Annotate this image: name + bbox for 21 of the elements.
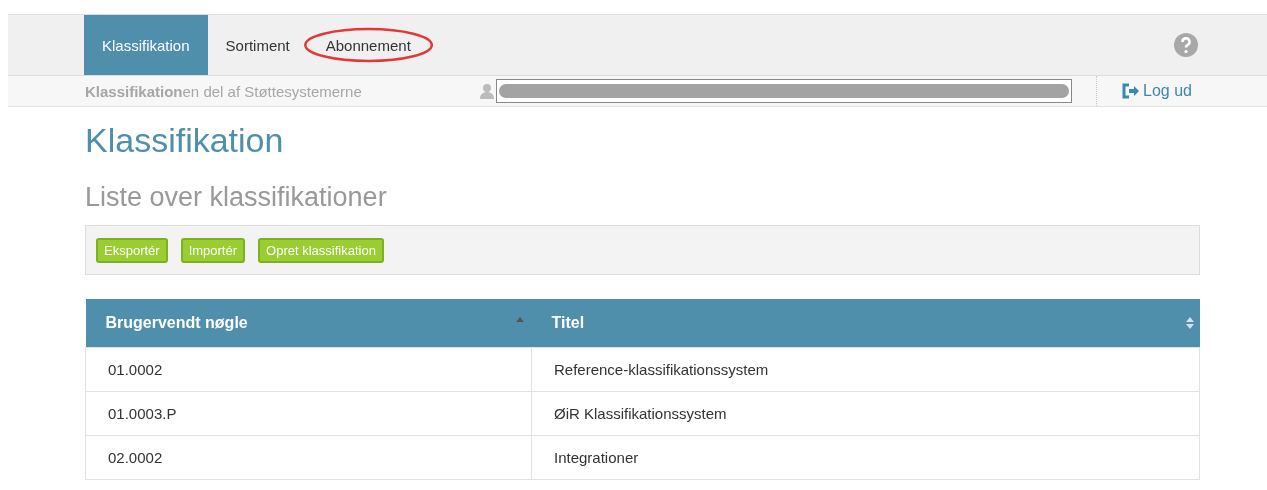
toolbar-button[interactable]: Eksportér <box>96 237 168 263</box>
column-header[interactable]: Brugervendt nøgle <box>85 299 532 348</box>
page-title: Klassifikation <box>85 121 285 160</box>
logout-link[interactable]: Log ud <box>1121 82 1192 100</box>
nav-tab[interactable]: Abonnement <box>307 15 429 75</box>
nav-tab[interactable]: Klassifikation <box>84 15 208 75</box>
toolbar-button[interactable]: Opret klassifikation <box>258 237 384 263</box>
table-cell: 01.0003.P <box>85 391 532 436</box>
user-icon <box>480 83 494 99</box>
nav-tab[interactable]: Sortiment <box>207 15 308 75</box>
table-cell: 02.0002 <box>85 435 532 480</box>
logout-icon <box>1121 83 1139 99</box>
table-cell: Reference-klassifikationssystem <box>531 347 1200 392</box>
toolbar-button[interactable]: Importér <box>180 237 246 263</box>
column-header[interactable]: Titel <box>531 299 1200 348</box>
tagline: Klassifikationen del af Støttesystemerne <box>85 82 363 100</box>
help-icon[interactable] <box>1173 32 1199 58</box>
table-cell: 01.0002 <box>85 347 532 392</box>
section-title: Liste over klassifikationer <box>85 182 388 213</box>
table-cell: Integrationer <box>531 435 1200 480</box>
table-cell: ØiR Klassifikationssystem <box>531 391 1200 436</box>
